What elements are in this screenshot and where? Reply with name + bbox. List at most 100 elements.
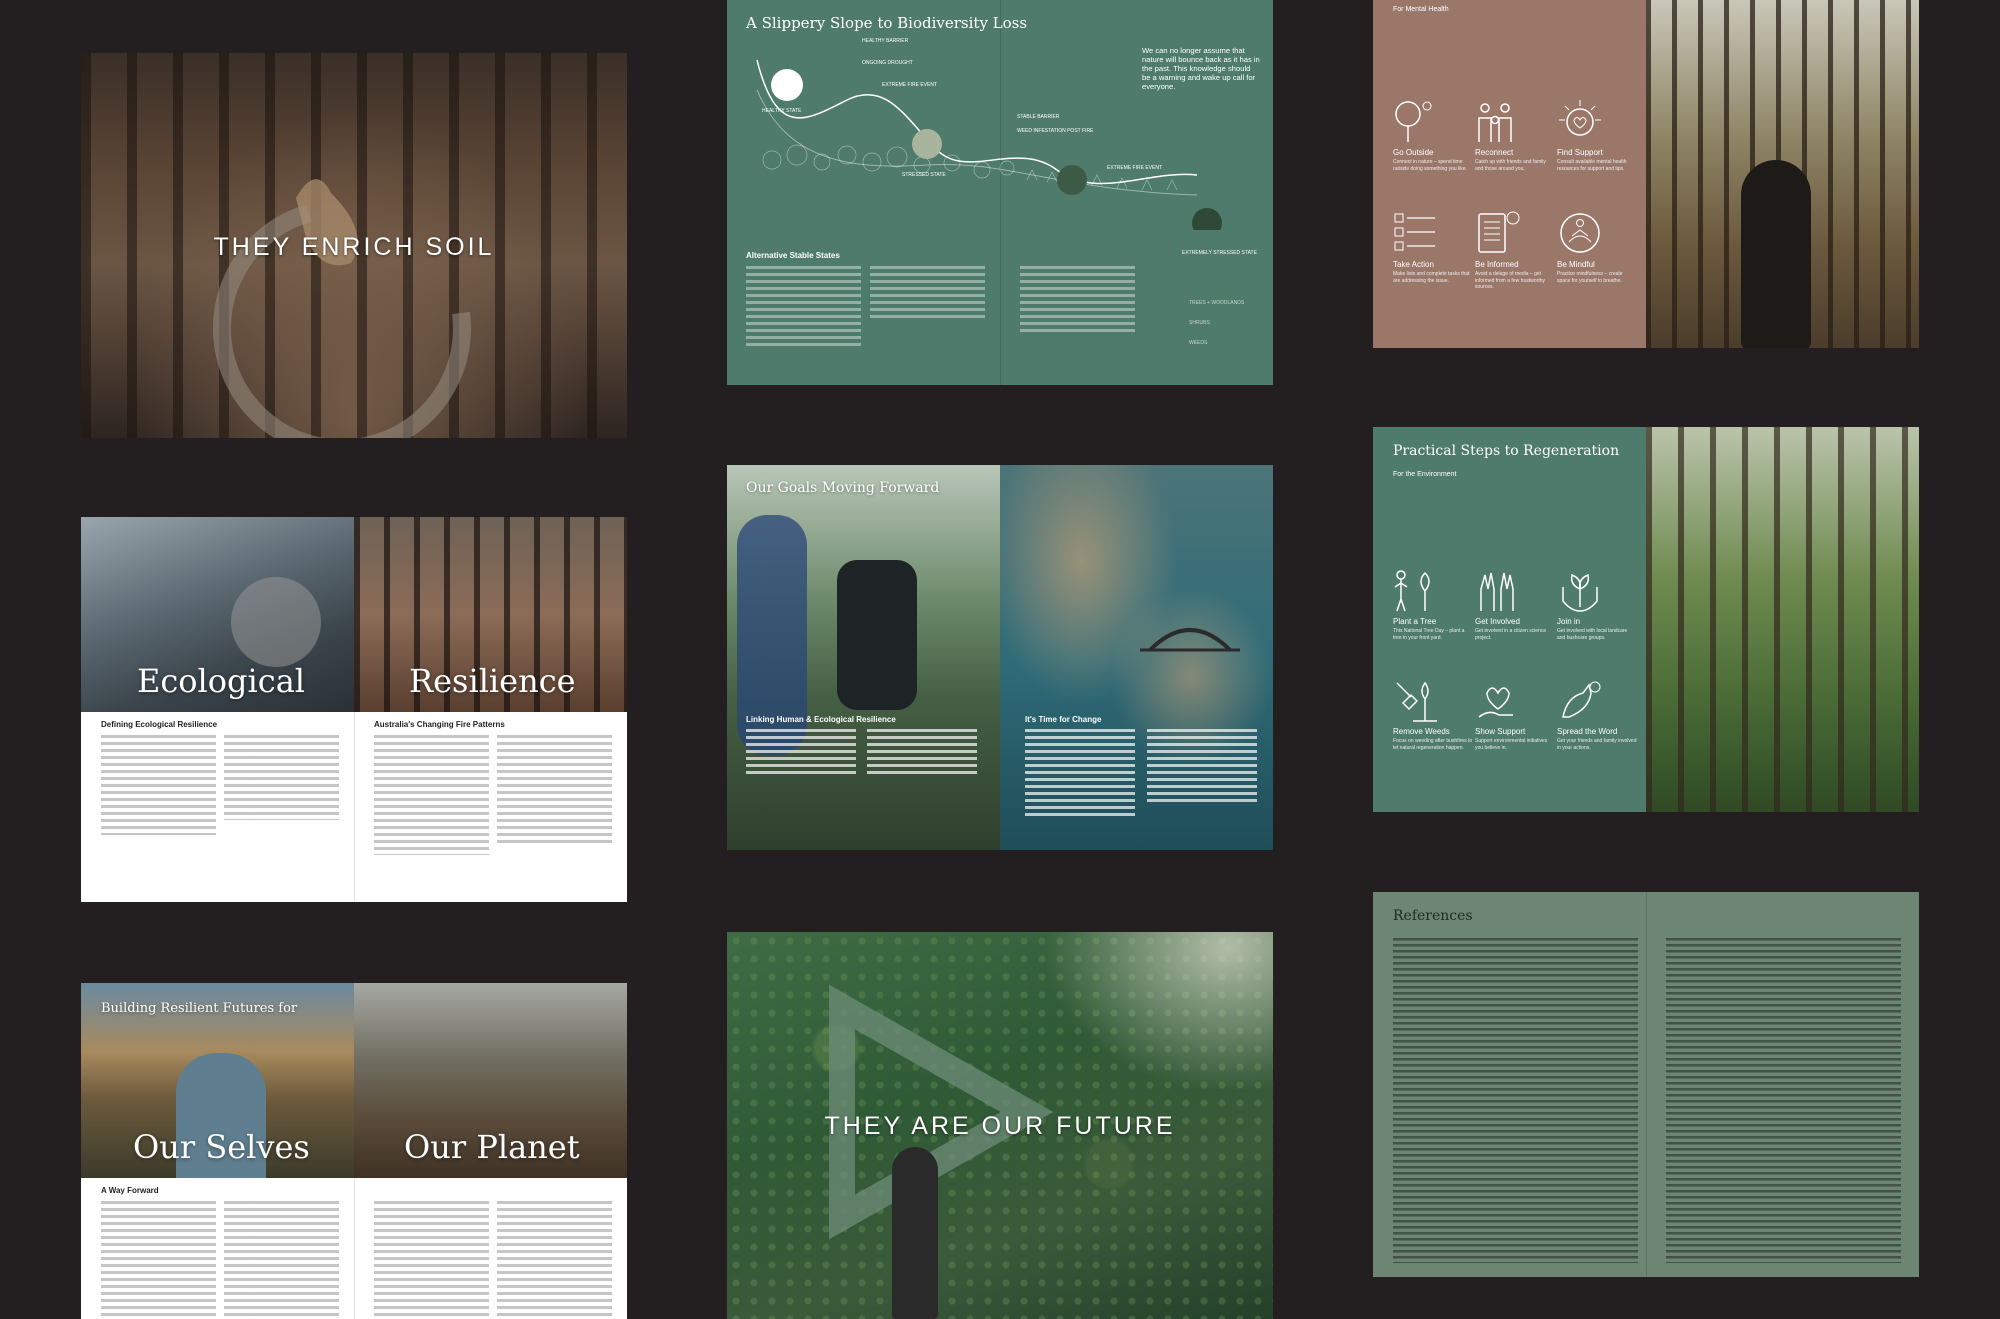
green-page: Practical Steps to Regeneration For the …: [1373, 427, 1646, 812]
newspaper-icon: [1478, 211, 1520, 253]
body-column-3: [374, 735, 489, 855]
item-label: Take Action: [1393, 260, 1434, 269]
item-label: Be Mindful: [1557, 260, 1595, 269]
spread-enrich-soil: THEY ENRICH SOIL: [81, 53, 627, 438]
item-label: Get Involved: [1475, 617, 1520, 626]
item-sub: Focus on weeding after bushfires to let …: [1393, 738, 1473, 751]
state-label-6: STABLE BARRIER: [1017, 114, 1060, 120]
koala-shape: [231, 577, 321, 667]
body-column-1: [746, 729, 856, 774]
reference-column-left: [1393, 938, 1638, 1263]
spread-title: References: [1393, 908, 1473, 924]
state-label-4: HEALTHY STATE: [762, 108, 802, 114]
body-column-3: [1020, 266, 1135, 336]
spread-title: Our Goals Moving Forward: [746, 480, 940, 496]
title-left: Our Selves: [133, 1128, 310, 1166]
item-label: Join in: [1557, 617, 1581, 626]
body-column-1: [101, 1201, 216, 1319]
state-label-5: STRESSED STATE: [902, 172, 946, 178]
body-column-2: [867, 729, 977, 774]
item-label: Plant a Tree: [1393, 617, 1437, 626]
body-column-4: [1147, 729, 1257, 804]
item-spread-the-word: Spread the Word Get your friends and fam…: [1557, 677, 1637, 751]
spread-gutter: [354, 1178, 355, 1319]
page-kicker: For Mental Health: [1393, 6, 1449, 13]
tree-sun-icon: [1395, 101, 1432, 142]
title-right: Resilience: [409, 662, 576, 700]
item-plant-a-tree: Plant a Tree This National Tree Day – pl…: [1393, 567, 1473, 641]
forest-path-photo: [1646, 427, 1919, 812]
spread-title: Practical Steps to Regeneration: [1393, 443, 1620, 459]
item-find-support: Find Support Consult available mental he…: [1557, 98, 1637, 172]
checklist-icon: [1394, 213, 1435, 251]
heart-hand-icon: [1478, 687, 1513, 718]
item-get-involved: Get Involved Get involved in a citizen s…: [1475, 567, 1555, 641]
item-be-informed: Be Informed Avoid a deluge of media – ge…: [1475, 210, 1555, 291]
spread-resilient-futures: Building Resilient Futures for Our Selve…: [81, 983, 627, 1319]
state-label-8: EXTREME FIRE EVENT: [1107, 165, 1163, 171]
heading-right: It's Time for Change: [1025, 715, 1102, 724]
title-right: Our Planet: [404, 1128, 580, 1166]
meditation-icon: [1560, 213, 1600, 253]
mauve-page: For Mental Health Go Outside Connect in …: [1373, 0, 1646, 348]
item-sub: Avoid a deluge of media – get informed f…: [1475, 271, 1546, 290]
item-remove-weeds: Remove Weeds Focus on weeding after bush…: [1393, 677, 1473, 751]
person-silhouette: [1741, 160, 1811, 348]
spread-our-future: THEY ARE OUR FUTURE: [727, 932, 1273, 1319]
shovel-icon: [1396, 681, 1437, 722]
item-sub: Practice mindfulness – create space for …: [1557, 271, 1623, 284]
state-label-7: WEED INFESTATION POST FIRE: [1017, 128, 1094, 134]
hero-title: THEY ARE OUR FUTURE: [824, 1112, 1176, 1140]
forest-woman-photo: [1646, 0, 1919, 348]
item-label: Go Outside: [1393, 148, 1434, 157]
legend-weeds: WEEDS: [1189, 340, 1208, 346]
raised-hands-icon: [1480, 572, 1514, 611]
spread-our-goals: Our Goals Moving Forward Linking Human &…: [727, 465, 1273, 850]
state-label-9: EXTREMELY STRESSED STATE: [1182, 250, 1257, 256]
item-reconnect: Reconnect Catch up with friends and fami…: [1475, 98, 1555, 172]
hands-plant-icon: [1562, 573, 1598, 612]
spread-biodiversity: A Slippery Slope to Biodiversity Loss We…: [727, 0, 1273, 385]
body-column-2: [224, 1201, 339, 1319]
spread-kicker: Building Resilient Futures for: [101, 1001, 298, 1016]
item-sub: Support environmental initiatives you be…: [1475, 738, 1548, 751]
item-sub: Catch up with friends and family and tho…: [1475, 159, 1546, 172]
body-column-3: [1025, 729, 1135, 819]
item-sub: This National Tree Day – plant a tree in…: [1393, 628, 1465, 641]
subheading: Alternative Stable States: [746, 251, 840, 260]
item-take-action: Take Action Make lists and complete task…: [1393, 210, 1473, 284]
spread-references: References: [1373, 892, 1919, 1277]
legend-shrubs: SHRUBS: [1189, 320, 1210, 326]
heading-right: Australia's Changing Fire Patterns: [374, 720, 505, 729]
item-label: Find Support: [1557, 148, 1603, 157]
spread-gutter: [354, 712, 355, 902]
body-column-4: [497, 1201, 612, 1319]
page-kicker: For the Environment: [1393, 471, 1457, 478]
bird-icon: [1562, 681, 1601, 718]
reference-column-right: [1666, 938, 1901, 1263]
hiker-backpack-shape: [837, 560, 917, 710]
heading-left: Defining Ecological Resilience: [101, 720, 218, 729]
spread-mental-health: For Mental Health Go Outside Connect in …: [1373, 0, 1919, 348]
item-join-in: Join in Get involved with local landcare…: [1557, 567, 1637, 641]
heading-left: Linking Human & Ecological Resilience: [746, 715, 896, 724]
hero-title: THEY ENRICH SOIL: [213, 233, 495, 261]
legend: TREES + WOODLANDS SHRUBS WEEDS: [1189, 300, 1244, 346]
body-column-1: [101, 735, 216, 835]
item-show-support: Show Support Support environmental initi…: [1475, 677, 1555, 751]
item-label: Spread the Word: [1557, 727, 1618, 736]
item-label: Be Informed: [1475, 260, 1519, 269]
item-sub: Get involved with local landcare and bus…: [1557, 628, 1628, 641]
family-icon: [1478, 103, 1512, 142]
title-left: Ecological: [137, 662, 305, 700]
hikers-photo: [727, 465, 1000, 850]
state-label-2: ONGOING DROUGHT: [862, 60, 913, 66]
spread-practical-steps: Practical Steps to Regeneration For the …: [1373, 427, 1919, 812]
item-label: Reconnect: [1475, 148, 1514, 157]
item-label: Show Support: [1475, 727, 1526, 736]
item-sub: Make lists and complete tasks that are a…: [1393, 271, 1470, 284]
state-label-3: EXTREME FIRE EVENT: [882, 82, 938, 88]
body-column-3: [374, 1201, 489, 1319]
legend-trees: TREES + WOODLANDS: [1189, 300, 1245, 306]
spread-ecological-resilience: Ecological Resilience Defining Ecologica…: [81, 517, 627, 902]
